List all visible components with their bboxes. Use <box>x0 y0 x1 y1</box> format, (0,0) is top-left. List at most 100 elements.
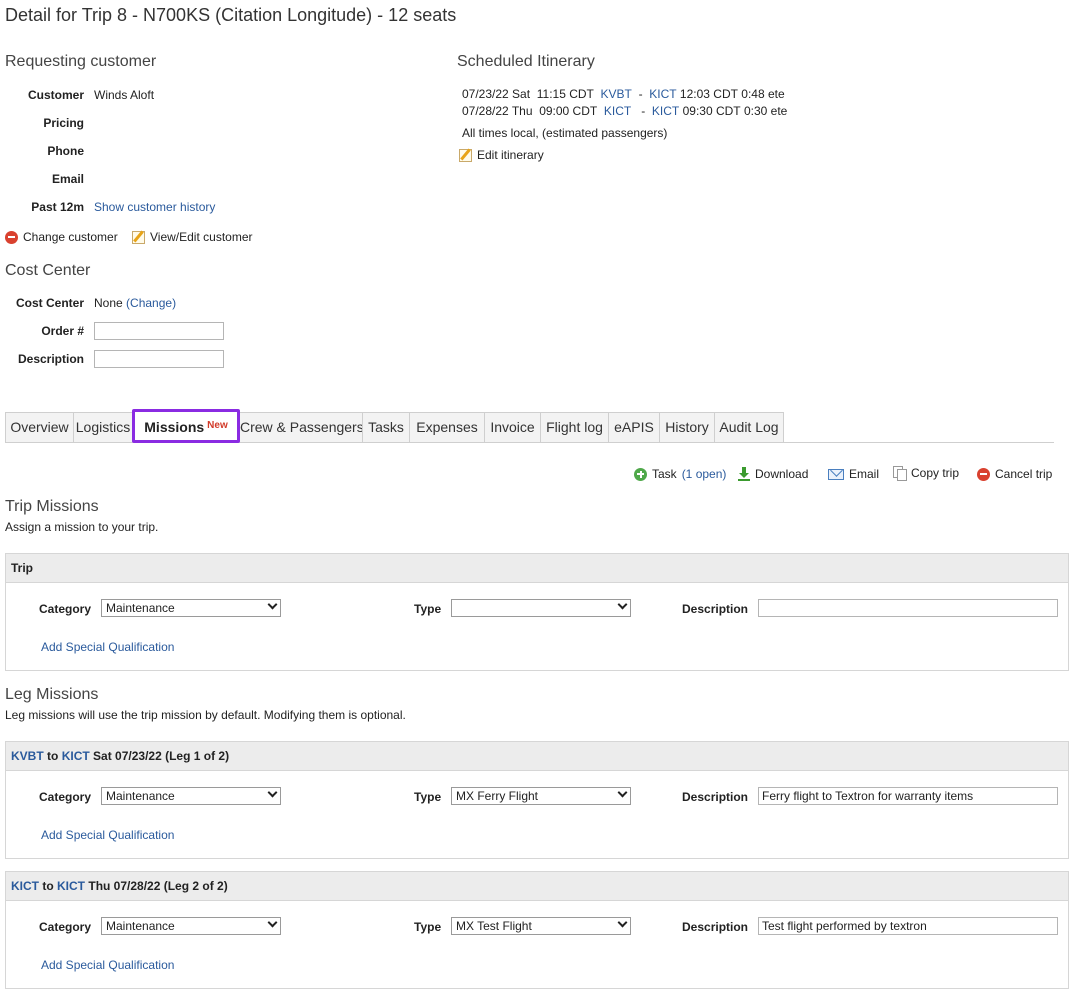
leg-ete: 0:48 ete <box>741 87 785 101</box>
tab-expenses[interactable]: Expenses <box>409 412 485 442</box>
airport-link[interactable]: KICT <box>11 879 39 893</box>
airport-link[interactable]: KICT <box>57 879 85 893</box>
tab-crew-passengers[interactable]: Crew & Passengers <box>239 412 364 442</box>
cost-center-change-link[interactable]: (Change) <box>126 296 176 310</box>
tab-history[interactable]: History <box>659 412 715 442</box>
leg-missions-subtitle: Leg missions will use the trip mission b… <box>5 708 406 722</box>
leg-mission-panel-1: KVBT to KICT Sat 07/23/22 (Leg 1 of 2) C… <box>5 741 1069 859</box>
trip-missions-title: Trip Missions <box>5 498 99 515</box>
itinerary-title: Scheduled Itinerary <box>457 53 595 70</box>
tab-label: History <box>665 419 709 435</box>
airport-link[interactable]: KICT <box>649 87 676 101</box>
tab-label: Missions <box>144 419 205 435</box>
airport-link[interactable]: KICT <box>604 104 631 118</box>
tab-eapis[interactable]: eAPIS <box>608 412 660 442</box>
email-label: Email <box>51 172 84 186</box>
separator: - <box>638 87 643 101</box>
cancel-icon <box>977 467 990 481</box>
type-value: MX Test Flight <box>456 919 532 933</box>
itinerary-note: All times local, (estimated passengers) <box>462 126 668 140</box>
leg-missions-title: Leg Missions <box>5 686 99 703</box>
cost-center-value: None <box>94 296 123 310</box>
airport-link[interactable]: KVBT <box>11 749 44 763</box>
cost-center-value-row: None (Change) <box>94 296 176 310</box>
cancel-trip-button[interactable]: Cancel trip <box>977 467 1052 481</box>
tab-invoice[interactable]: Invoice <box>484 412 541 442</box>
category-label: Category <box>39 790 92 804</box>
leg-arr-time: 09:30 CDT <box>682 104 741 118</box>
tab-label: Crew & Passengers <box>240 419 364 435</box>
edit-itinerary-label: Edit itinerary <box>477 148 544 162</box>
copy-icon <box>893 466 907 481</box>
tab-overview[interactable]: Overview <box>5 412 74 442</box>
category-value: Maintenance <box>106 919 175 933</box>
remove-icon <box>5 230 18 244</box>
change-customer-label: Change customer <box>23 230 118 244</box>
leg-arr-time: 12:03 CDT <box>679 87 738 101</box>
airport-link[interactable]: KICT <box>652 104 679 118</box>
show-customer-history-link[interactable]: Show customer history <box>94 200 215 214</box>
email-button[interactable]: Email <box>828 467 879 481</box>
chevron-down-icon <box>617 787 628 798</box>
customer-section-title: Requesting customer <box>5 53 157 70</box>
type-select[interactable]: MX Test Flight <box>451 917 631 935</box>
category-value: Maintenance <box>106 601 175 615</box>
change-customer-button[interactable]: Change customer <box>5 230 118 244</box>
order-label: Order # <box>41 324 84 338</box>
type-label: Type <box>414 790 442 804</box>
itinerary-leg-1: 07/23/22 Sat 11:15 CDT KVBT - KICT 12:03… <box>462 87 785 101</box>
trip-panel-title: Trip <box>6 554 1068 583</box>
type-label: Type <box>414 920 442 934</box>
tab-label: Flight log <box>546 419 603 435</box>
category-select[interactable]: Maintenance <box>101 599 281 617</box>
tab-missions[interactable]: Missions New <box>132 409 240 443</box>
order-input[interactable] <box>94 322 224 340</box>
leg-ete: 0:30 ete <box>743 104 788 118</box>
category-select[interactable]: Maintenance <box>101 917 281 935</box>
task-button[interactable]: Task (1 open) <box>634 467 726 481</box>
download-label: Download <box>755 467 809 481</box>
category-value: Maintenance <box>106 789 175 803</box>
description-input[interactable] <box>94 350 224 368</box>
category-label: Category <box>39 920 92 934</box>
edit-itinerary-button[interactable]: Edit itinerary <box>459 148 544 162</box>
view-edit-customer-button[interactable]: View/Edit customer <box>132 230 253 244</box>
copy-trip-button[interactable]: Copy trip <box>893 466 959 481</box>
leg-date: 07/23/22 Sat <box>462 87 531 101</box>
cancel-trip-label: Cancel trip <box>995 467 1053 481</box>
tab-label: Overview <box>10 419 69 435</box>
customer-label: Customer <box>27 88 84 102</box>
type-label: Type <box>414 602 442 616</box>
add-special-qualification-link[interactable]: Add Special Qualification <box>41 958 174 972</box>
category-select[interactable]: Maintenance <box>101 787 281 805</box>
description-input[interactable]: Ferry flight to Textron for warranty ite… <box>758 787 1058 805</box>
task-open-count[interactable]: (1 open) <box>682 467 727 481</box>
trip-missions-subtitle: Assign a mission to your trip. <box>5 520 159 534</box>
description-label: Description <box>682 602 749 616</box>
add-special-qualification-link[interactable]: Add Special Qualification <box>41 640 174 654</box>
chevron-down-icon <box>617 917 628 928</box>
tab-logistics[interactable]: Logistics <box>73 412 133 442</box>
view-edit-customer-label: View/Edit customer <box>150 230 253 244</box>
pricing-label: Pricing <box>43 116 84 130</box>
airport-link[interactable]: KICT <box>62 749 90 763</box>
past-12m-label: Past 12m <box>31 200 84 214</box>
add-special-qualification-link[interactable]: Add Special Qualification <box>41 828 174 842</box>
airport-link[interactable]: KVBT <box>601 87 632 101</box>
email-icon <box>828 468 844 480</box>
chevron-down-icon <box>617 599 628 610</box>
tab-label: Expenses <box>416 419 478 435</box>
tab-audit-log[interactable]: Audit Log <box>714 412 784 442</box>
type-select[interactable]: MX Ferry Flight <box>451 787 631 805</box>
description-input[interactable]: Test flight performed by textron <box>758 917 1058 935</box>
description-input[interactable] <box>758 599 1058 617</box>
tab-label: Tasks <box>368 419 404 435</box>
description-label: Description <box>682 920 749 934</box>
tab-flight-log[interactable]: Flight log <box>540 412 609 442</box>
leg-info: Thu 07/28/22 (Leg 2 of 2) <box>88 879 228 893</box>
type-select[interactable] <box>451 599 631 617</box>
edit-icon <box>459 148 472 162</box>
tab-tasks[interactable]: Tasks <box>362 412 410 442</box>
tab-label: Audit Log <box>719 419 779 435</box>
download-button[interactable]: Download <box>738 467 808 481</box>
